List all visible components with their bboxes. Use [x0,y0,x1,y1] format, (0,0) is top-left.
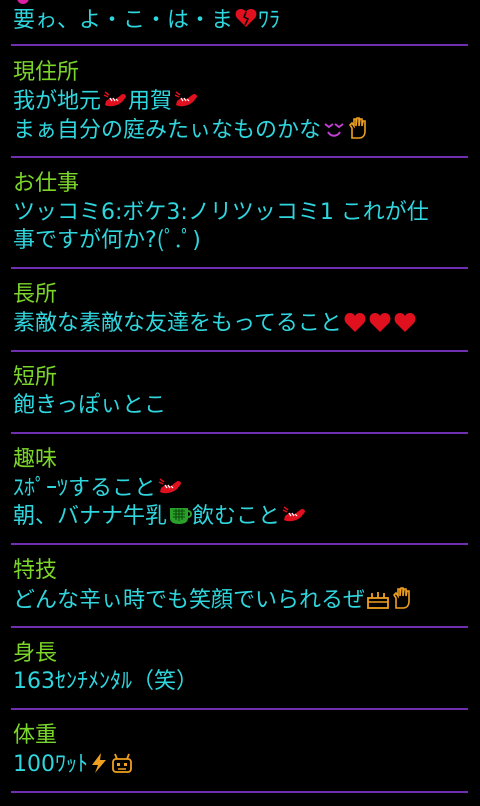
hand-icon [392,587,410,609]
shoe-icon [158,478,182,494]
section-label: 短所 [13,365,58,390]
heart-icon [394,313,416,332]
section-line: 素敵な素敵な友達をもってること [13,310,417,338]
heart-icon [369,313,391,332]
smile-icon [324,123,344,137]
section-label: 趣味 [13,447,58,472]
section-line: ｽﾎﾟｰﾂすること [13,475,183,503]
cake-icon [367,592,389,609]
line-text: まぁ自分の庭みたぃなものかな [13,118,322,143]
line-text: 事ですが何か?(ﾟ.ﾟ) [13,228,201,253]
section-line: 100ﾜｯﾄ [13,751,134,779]
section-line: 朝、バナナ牛乳 飲むこと [13,503,307,531]
section-line: 我が地元 用賀 [13,88,199,116]
header-suffix: ﾜﾗ [258,8,281,33]
line-text: 163ｾﾝﾁﾒﾝﾀﾙ（笑） [13,669,198,694]
divider [11,791,468,793]
divider [11,543,468,545]
divider [11,350,468,352]
section-label: 現住所 [13,60,80,85]
shoe-icon [103,91,127,107]
profile-page: 要ゎ、よ・こ・は・ま ﾜﾗ 現住所 我が地元 用賀 まぁ自分の庭みたぃなものかな お… [0,0,480,806]
shoe-icon [282,506,306,522]
section-line: 事ですが何か?(ﾟ.ﾟ) [13,227,201,255]
line-text: 我が地元 [13,89,102,114]
line-text: 飲むこと [192,504,281,529]
line-text: 用賀 [128,89,173,114]
line-text: 100ﾜｯﾄ [13,752,88,777]
line-text: ｽﾎﾟｰﾂすること [13,476,157,501]
divider [11,432,468,434]
section-line: ツッコミ6:ボケ3:ノリツッコミ1 これが仕 [13,199,429,227]
lightning-icon [92,753,106,773]
pink-dot-icon [17,0,29,4]
section-label: お仕事 [13,171,80,196]
cup-icon [170,508,193,524]
section-line: どんな辛ぃ時でも笑顔でいられるぜ [13,586,415,615]
divider [11,708,468,710]
line-text: ツッコミ6:ボケ3:ノリツッコミ1 これが仕 [13,200,429,225]
section-label: 身長 [13,641,58,666]
section-label: 長所 [13,282,58,307]
section-label: 特技 [13,558,58,583]
line-text: どんな辛ぃ時でも笑顔でいられるぜ [13,588,366,613]
robot-icon [112,753,132,773]
divider [11,626,468,628]
header-text: 要ゎ、よ・こ・は・ま [13,8,234,33]
hand-icon [348,117,366,139]
divider [11,44,468,46]
header-line: 要ゎ、よ・こ・は・ま ﾜﾗ [13,6,280,35]
divider [11,156,468,158]
section-line: 163ｾﾝﾁﾒﾝﾀﾙ（笑） [13,668,198,696]
section-line: 飽きっぽぃとこ [13,392,166,420]
shoe-icon [174,91,198,107]
broken-heart-icon [235,9,257,27]
heart-icon [344,313,366,332]
section-line: まぁ自分の庭みたぃなものかな [13,116,371,145]
line-text: 素敵な素敵な友達をもってること [13,311,342,336]
section-label: 体重 [13,723,58,748]
line-text: 朝、バナナ牛乳 [13,504,168,529]
line-text: 飽きっぽぃとこ [13,393,167,418]
divider [11,267,468,269]
